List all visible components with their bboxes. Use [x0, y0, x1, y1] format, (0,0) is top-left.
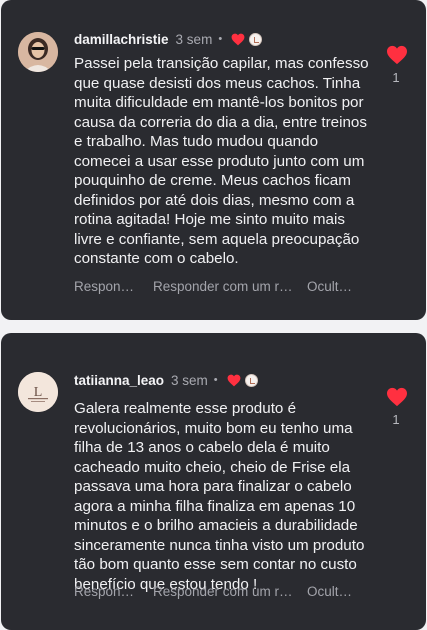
reply-button[interactable]: Respon…	[74, 279, 134, 294]
timestamp: 3 sem	[175, 31, 213, 47]
separator: •	[213, 374, 218, 386]
avatar-logo-image: L	[18, 372, 58, 412]
comment-text: Galera realmente esse produto é revoluci…	[74, 400, 365, 593]
like-heart-icon[interactable]	[386, 387, 408, 407]
hide-button[interactable]: Ocult…	[307, 584, 352, 599]
like-count: 1	[392, 412, 400, 427]
reply-with-reel-button[interactable]: Responder com um r…	[153, 279, 293, 294]
avatar[interactable]: L	[18, 372, 58, 412]
svg-text:L: L	[34, 385, 43, 400]
comment-actions: Respon… Responder com um r… Ocult…	[74, 584, 352, 599]
like-count: 1	[392, 70, 400, 85]
comment-header: damillachristie 3 sem •	[74, 31, 263, 47]
creator-avatar-icon	[244, 373, 258, 387]
hide-button[interactable]: Ocult…	[307, 279, 352, 294]
creator-avatar-icon	[249, 32, 263, 46]
creator-heart-icon	[231, 33, 245, 45]
avatar-image	[18, 32, 58, 72]
reply-with-reel-button[interactable]: Responder com um r…	[153, 584, 293, 599]
comment-header: tatiianna_leao 3 sem •	[74, 372, 258, 388]
username[interactable]: damillachristie	[74, 32, 169, 47]
comment-text: Passei pela transição capilar, mas confe…	[74, 55, 369, 267]
comment-card: L tatiianna_leao 3 sem • Galera realment…	[1, 333, 426, 630]
avatar[interactable]	[18, 32, 58, 72]
timestamp: 3 sem	[171, 372, 208, 388]
comment-actions: Respon… Responder com um r… Ocult…	[74, 279, 352, 294]
separator: •	[218, 33, 223, 45]
like-heart-icon[interactable]	[386, 45, 408, 65]
username[interactable]: tatiianna_leao	[74, 373, 164, 388]
creator-heart-icon	[227, 374, 241, 386]
reply-button[interactable]: Respon…	[74, 584, 134, 599]
comment-card: damillachristie 3 sem • Passei pela tran…	[1, 0, 426, 320]
